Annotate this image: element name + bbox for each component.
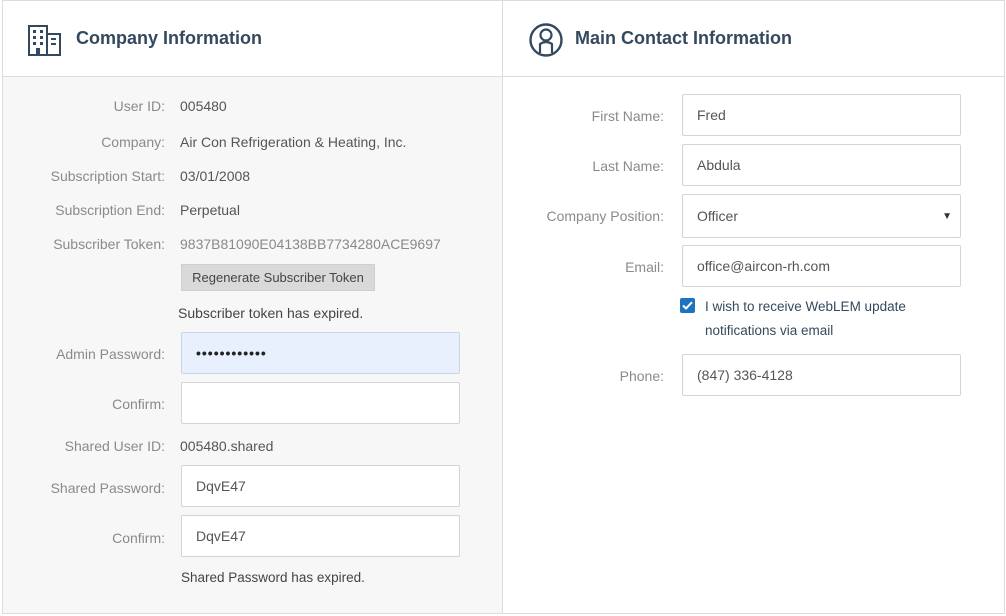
user-id-value: 005480 (180, 98, 227, 114)
subscription-end-label: Subscription End: (55, 202, 165, 218)
subscription-start-value: 03/01/2008 (180, 168, 251, 184)
phone-label: Phone: (619, 368, 664, 384)
company-panel-title: Company Information (76, 28, 263, 48)
company-information-panel: Company Information User ID: 005480 Comp… (2, 0, 503, 614)
chevron-down-icon: ▼ (942, 211, 952, 222)
shared-password-expired-message: Shared Password has expired. (181, 570, 365, 585)
email-label: Email: (625, 259, 664, 275)
company-position-label: Company Position: (546, 208, 664, 224)
admin-password-input[interactable]: •••••••••••• (181, 332, 460, 374)
company-position-value: Officer (697, 208, 738, 224)
company-position-select[interactable]: Officer ▼ (682, 194, 961, 238)
contact-panel-header: Main Contact Information (503, 1, 1004, 77)
admin-password-label: Admin Password: (56, 346, 165, 362)
first-name-label: First Name: (591, 108, 664, 124)
building-icon (27, 23, 63, 62)
shared-confirm-value: DqvE47 (196, 528, 246, 544)
email-input[interactable]: office@aircon-rh.com (682, 245, 961, 287)
subscriber-token-value: 9837B81090E04138BB7734280ACE9697 (180, 236, 441, 252)
shared-confirm-label: Confirm: (112, 530, 165, 546)
company-value: Air Con Refrigeration & Heating, Inc. (180, 134, 407, 150)
user-id-label: User ID: (113, 98, 165, 114)
email-opt-in-label[interactable]: I wish to receive WebLEM update notifica… (705, 295, 965, 343)
main-contact-information-panel: Main Contact Information First Name: Fre… (502, 0, 1005, 614)
subscription-end-value: Perpetual (180, 202, 240, 218)
first-name-value: Fred (697, 107, 726, 123)
subscriber-token-label: Subscriber Token: (53, 236, 165, 252)
admin-confirm-input[interactable] (181, 382, 460, 424)
token-expired-message: Subscriber token has expired. (178, 305, 364, 321)
last-name-value: Abdula (697, 157, 741, 173)
shared-user-id-label: Shared User ID: (64, 438, 165, 454)
shared-password-label: Shared Password: (50, 480, 165, 496)
contact-panel-title: Main Contact Information (575, 28, 792, 48)
user-circle-icon (528, 22, 564, 63)
shared-confirm-input[interactable]: DqvE47 (181, 515, 460, 557)
email-value: office@aircon-rh.com (697, 258, 830, 274)
email-opt-in-checkbox[interactable] (680, 298, 695, 313)
shared-password-input[interactable]: DqvE47 (181, 465, 460, 507)
regenerate-token-button[interactable]: Regenerate Subscriber Token (181, 264, 375, 291)
subscription-start-label: Subscription Start: (50, 168, 165, 184)
first-name-input[interactable]: Fred (682, 94, 961, 136)
last-name-label: Last Name: (592, 158, 664, 174)
last-name-input[interactable]: Abdula (682, 144, 961, 186)
company-label: Company: (101, 134, 165, 150)
shared-user-id-value: 005480.shared (180, 438, 274, 454)
shared-password-value: DqvE47 (196, 478, 246, 494)
admin-confirm-label: Confirm: (112, 396, 165, 412)
phone-input[interactable]: (847) 336-4128 (682, 354, 961, 396)
phone-value: (847) 336-4128 (697, 367, 793, 383)
check-icon (682, 301, 693, 310)
admin-password-value: •••••••••••• (196, 345, 267, 361)
company-panel-header: Company Information (3, 1, 502, 77)
